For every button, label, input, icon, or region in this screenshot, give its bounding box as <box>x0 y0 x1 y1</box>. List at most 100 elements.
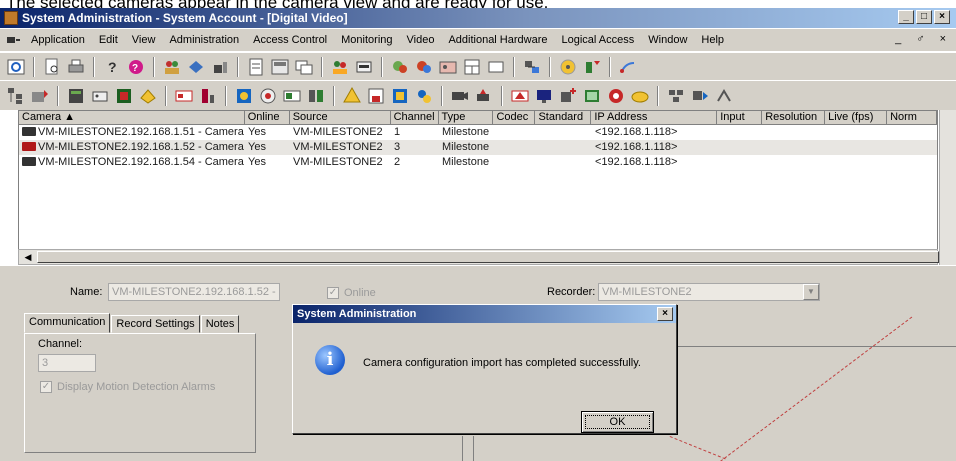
access-groups-icon[interactable] <box>414 57 434 77</box>
column-type[interactable]: Type <box>439 111 494 124</box>
digital-video-icon[interactable] <box>234 86 254 106</box>
column-online[interactable]: Online <box>245 111 290 124</box>
motion-alarms-checkbox[interactable]: ✓ <box>40 381 52 393</box>
menu-logical-access[interactable]: Logical Access <box>555 29 642 51</box>
context-help-icon[interactable]: ? <box>126 57 146 77</box>
menu-video[interactable]: Video <box>400 29 442 51</box>
print-preview-icon[interactable] <box>42 57 62 77</box>
menu-window[interactable]: Window <box>641 29 694 51</box>
scheduler-icon[interactable] <box>630 86 650 106</box>
column-ip-address[interactable]: IP Address <box>591 111 718 124</box>
column-codec[interactable]: Codec <box>493 111 536 124</box>
printer-setup-icon[interactable] <box>354 57 374 77</box>
reader-icon[interactable] <box>90 86 110 106</box>
recorder-icon[interactable] <box>282 86 302 106</box>
link-device-icon[interactable] <box>714 86 734 106</box>
cardholders-icon[interactable] <box>162 57 182 77</box>
name-field[interactable]: VM-MILESTONE2.192.168.1.52 - Camera 1 <box>108 283 280 301</box>
print-icon[interactable] <box>66 57 86 77</box>
hardware-tree-icon[interactable] <box>6 86 26 106</box>
ok-button[interactable]: OK <box>581 411 654 433</box>
dome-icon[interactable] <box>606 86 626 106</box>
alarm-icon[interactable] <box>558 57 578 77</box>
column-resolution[interactable]: Resolution <box>762 111 826 124</box>
video-switcher-icon[interactable] <box>306 86 326 106</box>
recorder-dropdown-icon[interactable]: ▼ <box>803 284 819 300</box>
column-live-fps[interactable]: Live (fps) <box>825 111 888 124</box>
import-complete-dialog: System Administration × i Camera configu… <box>292 304 677 434</box>
scroll-left-icon[interactable]: ◀ <box>21 251 35 263</box>
dialog-close-button[interactable]: × <box>657 307 673 321</box>
camera-icon[interactable] <box>258 86 278 106</box>
menu-monitoring[interactable]: Monitoring <box>334 29 399 51</box>
column-input[interactable]: Input <box>717 111 763 124</box>
add-device-icon[interactable] <box>558 86 578 106</box>
module-icon[interactable] <box>174 86 194 106</box>
scroll-thumb[interactable] <box>37 251 939 263</box>
help-icon[interactable]: ? <box>102 57 122 77</box>
network-icon[interactable] <box>522 57 542 77</box>
menu-administration[interactable]: Administration <box>162 29 246 51</box>
window-icon[interactable] <box>486 57 506 77</box>
menu-access-control[interactable]: Access Control <box>246 29 334 51</box>
vertical-scrollbar[interactable] <box>939 110 956 265</box>
minimize-button[interactable]: _ <box>898 10 914 24</box>
gateway-icon[interactable] <box>198 86 218 106</box>
field-of-view-line <box>720 316 913 461</box>
video-alarm-icon[interactable] <box>510 86 530 106</box>
menu-application[interactable]: Application <box>24 29 92 51</box>
online-checkbox[interactable]: ✓ <box>327 287 339 299</box>
encoder-icon[interactable] <box>666 86 686 106</box>
link-icon[interactable] <box>618 57 638 77</box>
mdi-window-buttons[interactable]: _ ♂ × <box>895 33 952 45</box>
column-norm[interactable]: Norm <box>887 111 937 124</box>
system-icon[interactable] <box>6 57 26 77</box>
badge-icon[interactable] <box>210 57 230 77</box>
column-channel[interactable]: Channel <box>391 111 439 124</box>
access-levels-icon[interactable] <box>390 57 410 77</box>
fire-panel-icon[interactable] <box>366 86 386 106</box>
windows-icon[interactable] <box>294 57 314 77</box>
table-row[interactable]: VM-MILESTONE2.192.168.1.54 - Camera 1 Ye… <box>19 155 937 170</box>
channel-label: Channel: <box>38 338 83 350</box>
cell-online: Yes <box>248 126 266 138</box>
report-icon[interactable] <box>246 57 266 77</box>
personal-safety-icon[interactable] <box>390 86 410 106</box>
panel-icon[interactable] <box>270 57 290 77</box>
menu-view[interactable]: View <box>125 29 163 51</box>
tab-notes[interactable]: Notes <box>200 315 240 333</box>
output-module-icon[interactable] <box>138 86 158 106</box>
input-module-icon[interactable] <box>114 86 134 106</box>
tab-record-settings[interactable]: Record Settings <box>111 315 200 333</box>
intercom-icon[interactable] <box>342 86 362 106</box>
menu-edit[interactable]: Edit <box>92 29 125 51</box>
decoder-icon[interactable] <box>690 86 710 106</box>
column-standard[interactable]: Standard <box>535 111 592 124</box>
matrix-icon[interactable] <box>582 86 602 106</box>
users-icon[interactable] <box>330 57 350 77</box>
receiver-icon[interactable] <box>414 86 434 106</box>
horizontal-scrollbar[interactable]: ◀ <box>18 249 939 265</box>
ptz-icon[interactable] <box>474 86 494 106</box>
column-camera[interactable]: Camera ▲ <box>19 111 245 124</box>
id-card-icon[interactable] <box>438 57 458 77</box>
table-row[interactable]: VM-MILESTONE2.192.168.1.52 - Camera 1 Ye… <box>19 140 937 155</box>
menu-additional-hardware[interactable]: Additional Hardware <box>441 29 554 51</box>
column-source[interactable]: Source <box>290 111 391 124</box>
channel-field[interactable]: 3 <box>38 354 96 372</box>
camera-grid[interactable]: Camera ▲ Online Source Channel Type Code… <box>18 110 938 265</box>
access-add-icon[interactable] <box>582 57 602 77</box>
monitor-icon[interactable] <box>534 86 554 106</box>
hardware-alarm-icon[interactable] <box>30 86 50 106</box>
menu-help[interactable]: Help <box>694 29 731 51</box>
maximize-button[interactable]: □ <box>916 10 932 24</box>
camera-device-icon[interactable] <box>450 86 470 106</box>
table-row[interactable]: VM-MILESTONE2.192.168.1.51 - Camera 1 Ye… <box>19 125 937 140</box>
close-button[interactable]: × <box>934 10 950 24</box>
visitors-icon[interactable] <box>186 57 206 77</box>
layout-icon[interactable] <box>462 57 482 77</box>
recorder-field[interactable]: VM-MILESTONE2 <box>598 283 820 301</box>
cell-codec <box>494 140 536 155</box>
tab-communication[interactable]: Communication <box>24 313 111 333</box>
controller-icon[interactable] <box>66 86 86 106</box>
